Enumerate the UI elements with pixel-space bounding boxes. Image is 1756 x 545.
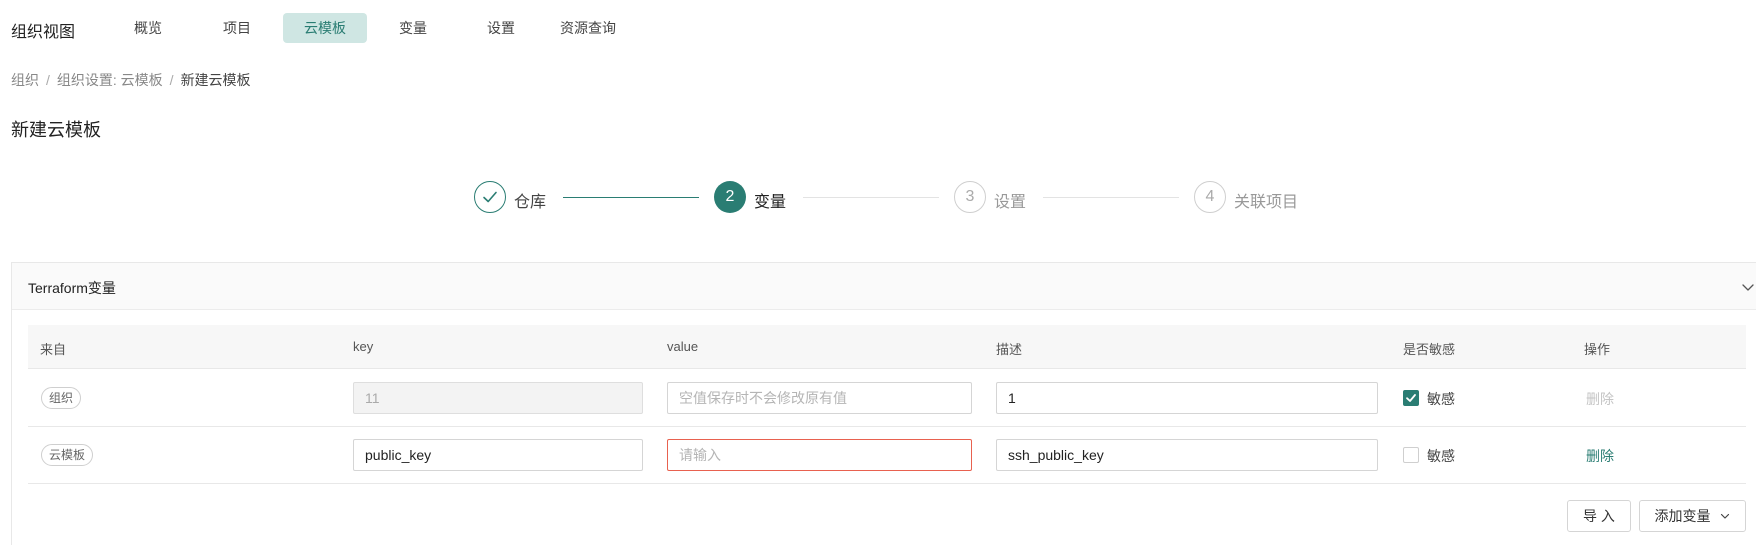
- source-tag: 云模板: [41, 444, 94, 466]
- import-button[interactable]: 导 入: [1567, 500, 1631, 532]
- delete-button: 删除: [1586, 391, 1614, 407]
- breadcrumb: 组织 / 组织设置: 云模板 / 新建云模板: [11, 70, 251, 90]
- column-sensitive: 是否敏感: [1403, 342, 1456, 357]
- column-key: key: [353, 339, 374, 354]
- step-3-label: 设置: [994, 194, 1027, 211]
- breadcrumb-separator: /: [169, 72, 174, 88]
- key-input[interactable]: [353, 439, 643, 471]
- nav-cloud-templates[interactable]: 云模板: [283, 13, 367, 43]
- step-1-label: 仓库: [514, 194, 547, 211]
- table-row: 云模板 敏感 删除: [28, 427, 1746, 484]
- column-source: 来自: [40, 342, 67, 357]
- step-4-circle: 4: [1194, 181, 1226, 213]
- add-variable-label: 添加变量: [1654, 508, 1711, 524]
- breadcrumb-cloud-template-settings[interactable]: 组织设置: 云模板: [57, 72, 163, 88]
- value-input[interactable]: [667, 382, 972, 414]
- sensitive-label: 敏感: [1427, 391, 1455, 407]
- value-input[interactable]: [667, 439, 972, 471]
- sensitive-checkbox[interactable]: [1403, 447, 1419, 463]
- key-input: [353, 382, 643, 414]
- nav-resource-query[interactable]: 资源查询: [552, 13, 624, 43]
- panel-header[interactable]: Terraform变量: [12, 263, 1756, 310]
- breadcrumb-current: 新建云模板: [180, 72, 251, 88]
- step-4-label: 关联项目: [1234, 194, 1299, 211]
- column-description: 描述: [996, 342, 1023, 357]
- sensitive-checkbox[interactable]: [1403, 390, 1419, 406]
- check-icon: [483, 191, 497, 203]
- breadcrumb-separator: /: [46, 72, 50, 88]
- nav-settings[interactable]: 设置: [471, 13, 531, 43]
- sensitive-label: 敏感: [1427, 448, 1455, 464]
- step-connector: [563, 197, 699, 198]
- table-row: 组织 敏感 删除: [28, 370, 1746, 427]
- delete-button[interactable]: 删除: [1586, 446, 1614, 466]
- step-connector: [803, 197, 939, 198]
- description-input[interactable]: [996, 439, 1378, 471]
- step-connector: [1043, 197, 1179, 198]
- check-icon: [1406, 394, 1416, 402]
- column-value: value: [667, 339, 699, 354]
- add-variable-button[interactable]: 添加变量: [1639, 500, 1746, 532]
- panel-title: Terraform变量: [28, 280, 116, 296]
- chevron-down-icon[interactable]: [1740, 279, 1756, 295]
- description-input[interactable]: [996, 382, 1378, 414]
- breadcrumb-org[interactable]: 组织: [11, 72, 39, 88]
- nav-overview[interactable]: 概览: [118, 13, 178, 43]
- step-1-done: [474, 181, 506, 213]
- org-view-title: 组织视图: [11, 24, 76, 41]
- top-navigation: 组织视图 概览 项目 云模板 变量 设置 资源查询: [0, 0, 1756, 56]
- step-3-circle: 3: [954, 181, 986, 213]
- nav-variables[interactable]: 变量: [383, 13, 443, 43]
- step-2-label: 变量: [754, 194, 787, 211]
- column-actions: 操作: [1584, 342, 1611, 357]
- page-title: 新建云模板: [11, 120, 101, 140]
- step-2-circle: 2: [714, 181, 746, 213]
- nav-projects[interactable]: 项目: [207, 13, 267, 43]
- source-tag: 组织: [41, 387, 82, 409]
- variables-table-header: 来自 key value 描述 是否敏感 操作: [28, 325, 1746, 369]
- chevron-down-icon: [1720, 513, 1729, 519]
